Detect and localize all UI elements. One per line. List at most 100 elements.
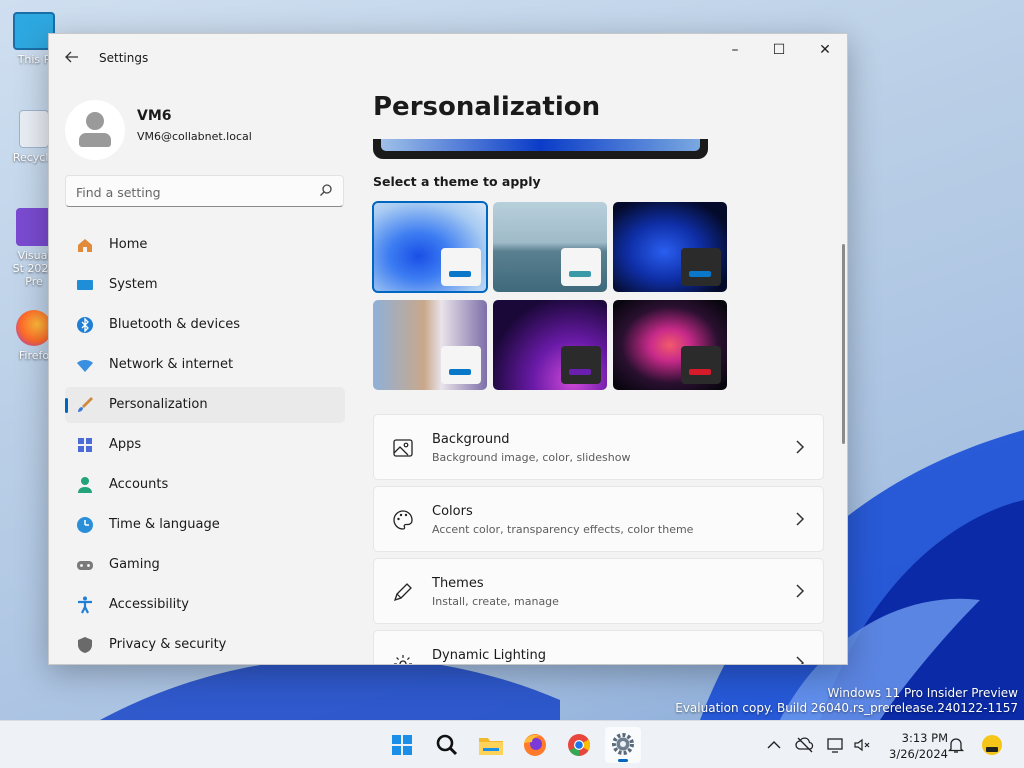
bluetooth-icon [77,317,93,333]
chevron-right-icon [796,440,805,454]
chevron-right-icon [796,584,805,598]
taskbar-search-button[interactable] [429,727,465,763]
sidebar-item-system[interactable]: System [65,267,345,303]
sidebar-item-label: Time & language [109,517,220,532]
page-title: Personalization [373,92,601,122]
file-explorer-icon [479,738,503,755]
search-icon [436,734,458,756]
settings-window: Settings – ☐ ✕ VM6 VM6@collabnet.local H… [48,33,848,665]
notification-bell-icon[interactable] [946,735,966,755]
desktop-icon-label: This P [17,53,51,66]
sidebar-item-label: Bluetooth & devices [109,317,240,332]
start-button[interactable] [384,727,420,763]
network-offline-icon[interactable] [795,735,815,755]
theme-flow[interactable] [613,300,727,390]
sidebar-item-label: Gaming [109,557,160,572]
settings-icon [612,733,634,755]
chrome-icon [568,734,590,756]
theme-preview [373,139,708,159]
watermark-line-2: Evaluation copy. Build 26040.rs_prerelea… [675,701,1018,715]
windows-watermark: Windows 11 Pro Insider Preview Evaluatio… [675,686,1018,716]
sidebar-item-gaming[interactable]: Gaming [65,547,345,583]
search-box[interactable] [65,175,344,207]
theme-mini-window [441,346,481,384]
scrollbar[interactable] [842,244,845,444]
sidebar-item-label: Home [109,237,148,252]
taskbar: 3:13 PM 3/26/2024 [0,720,1024,768]
brush-icon [78,397,93,412]
avatar-head [86,112,104,130]
display-icon[interactable] [826,735,846,755]
card-title: Background [432,432,510,447]
pen-icon [393,583,412,602]
sidebar-item-label: Network & internet [109,357,234,372]
chrome-button[interactable] [561,727,597,763]
desktop-icon-label: Firefo [18,349,50,362]
sidebar-item-personalization[interactable]: Personalization [65,387,345,423]
avatar [65,100,125,160]
theme-spotlight[interactable] [373,300,487,390]
chevron-up-icon[interactable] [764,735,784,755]
card-title: Colors [432,504,473,519]
card-subtitle: Background image, color, slideshow [432,451,631,464]
theme-accent-bar [569,271,591,277]
clock-date: 3/26/2024 [889,747,948,761]
visual-studio-icon [16,208,52,246]
apps-icon [78,438,92,452]
sidebar-item-accessibility[interactable]: Accessibility [65,587,345,623]
firefox-icon [524,734,546,756]
theme-preview-image [381,139,700,151]
theme-mini-window [681,248,721,286]
theme-sunrise[interactable] [493,300,607,390]
theme-mini-window [681,346,721,384]
gamepad-icon [77,561,93,570]
theme-section-label: Select a theme to apply [373,174,541,189]
theme-mini-window [561,346,601,384]
theme-windows-light[interactable] [372,201,488,293]
card-background[interactable]: Background Background image, color, slid… [373,414,824,480]
clock[interactable]: 3:13 PM 3/26/2024 [878,730,948,762]
app-title: Settings [99,51,149,65]
card-dynamic-lighting[interactable]: Dynamic Lighting [373,630,824,664]
profile-name: VM6 [137,108,172,124]
theme-glow[interactable] [493,202,607,292]
sidebar-item-accounts[interactable]: Accounts [65,467,345,503]
wifi-icon [77,360,93,372]
sidebar-item-home[interactable]: Home [65,227,345,263]
card-subtitle: Install, create, manage [432,595,559,608]
card-themes[interactable]: Themes Install, create, manage [373,558,824,624]
sidebar-item-bluetooth-devices[interactable]: Bluetooth & devices [65,307,345,343]
settings-taskbar-button[interactable] [605,727,641,763]
sidebar-item-time-language[interactable]: Time & language [65,507,345,543]
sidebar-item-privacy-security[interactable]: Privacy & security [65,627,345,663]
image-icon [393,439,413,457]
sidebar-item-label: Privacy & security [109,637,227,652]
avatar-body [79,133,111,147]
theme-windows-dark[interactable] [613,202,727,292]
main-content: Personalization Select a theme to apply … [372,34,847,664]
theme-accent-bar [449,271,471,277]
theme-mini-window [561,248,601,286]
watermark-line-1: Windows 11 Pro Insider Preview [827,686,1018,700]
globe-icon [77,517,93,533]
back-button[interactable] [63,48,83,68]
sidebar-item-label: Accounts [109,477,169,492]
chevron-right-icon [796,512,805,526]
volume-muted-icon[interactable] [852,735,872,755]
home-icon [78,239,92,252]
sidebar-item-network-internet[interactable]: Network & internet [65,347,345,383]
theme-accent-bar [449,369,471,375]
chevron-right-icon [796,656,805,664]
sidebar-item-apps[interactable]: Apps [65,427,345,463]
file-explorer-button[interactable] [473,727,509,763]
sidebar-item-label: Apps [109,437,142,452]
insider-badge-icon[interactable] [980,733,1004,757]
start-icon [392,735,412,755]
firefox-icon [16,310,52,346]
search-icon[interactable] [319,183,333,197]
sidebar-item-label: Personalization [109,397,208,412]
theme-accent-bar [689,271,711,277]
firefox-button[interactable] [517,727,553,763]
search-input[interactable] [76,182,306,202]
card-colors[interactable]: Colors Accent color, transparency effect… [373,486,824,552]
